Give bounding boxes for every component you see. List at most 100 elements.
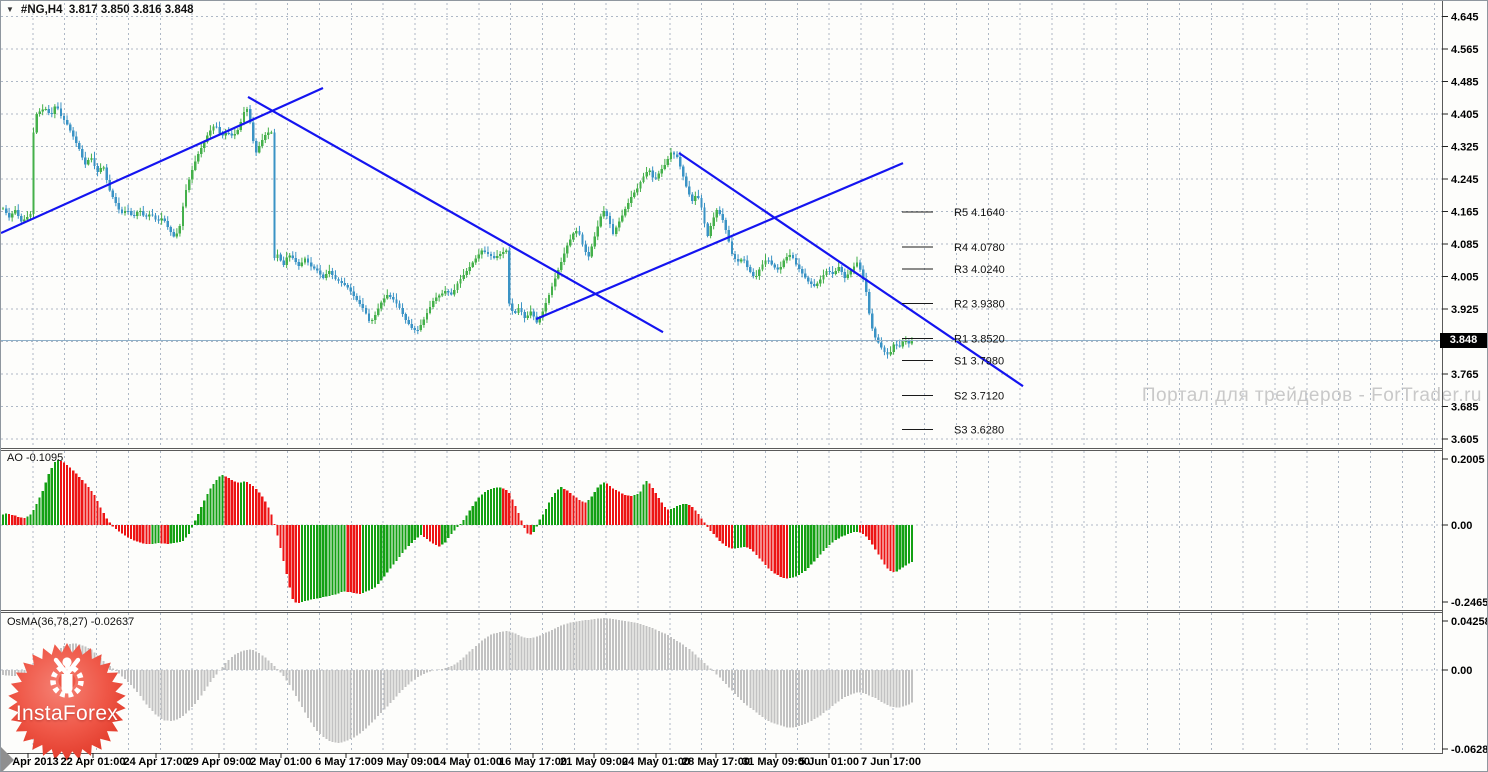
symbol-ohlc-text: #NG,H4 3.817 3.850 3.816 3.848 [20, 4, 194, 16]
axis-label: 4.565 [1451, 44, 1479, 56]
time-label: 14 May 01:00 [434, 756, 502, 768]
candle-body [90, 157, 93, 161]
time-label: 24 Apr 17:00 [123, 756, 189, 768]
candle-body [608, 215, 612, 224]
candle-body [767, 260, 770, 262]
candle-body [315, 268, 319, 271]
candle-body [328, 270, 331, 275]
candle-body [523, 312, 526, 319]
candle-body [456, 283, 459, 290]
candle-body [575, 231, 578, 234]
time-label: 5 Jun 01:00 [799, 756, 859, 768]
candle-body [742, 259, 746, 261]
candle-body [691, 194, 694, 201]
candle-body [7, 213, 11, 218]
candle-body [526, 315, 529, 319]
candle-body [169, 227, 172, 233]
candle-body [453, 289, 456, 295]
candle-body [611, 223, 615, 234]
candle-body [111, 190, 114, 197]
candle-body [166, 220, 169, 228]
candle-body [840, 266, 843, 272]
axis-label: 0.04258 [1451, 616, 1488, 628]
candle-body [389, 294, 392, 298]
trading-chart-window: Портал для трейдеров - ForTrader.ru R5 4… [0, 0, 1488, 772]
candle-body [441, 293, 444, 296]
candle-body [233, 133, 236, 136]
pivot-label: S3 3.6280 [954, 425, 1004, 437]
candle-body [627, 202, 630, 210]
candle-body [685, 176, 688, 187]
candle-body [303, 258, 307, 263]
candle-body [697, 195, 700, 198]
candle-body [29, 214, 32, 218]
candle-body [87, 160, 90, 165]
axis-label: 4.485 [1451, 76, 1479, 88]
candle-body [325, 274, 328, 279]
candle-body [544, 303, 548, 312]
candle-body [126, 210, 130, 212]
candle-body [258, 146, 261, 153]
candle-body [230, 133, 233, 136]
candle-body [264, 135, 267, 140]
candle-body [319, 270, 322, 275]
candle-body [416, 329, 419, 331]
candle-body [26, 217, 29, 220]
candle-body [816, 283, 819, 287]
trendline-uptrend-2[interactable] [535, 162, 904, 321]
candle-body [868, 291, 871, 314]
time-label: 21 May 09:00 [560, 756, 628, 768]
candle-body [139, 211, 142, 213]
candle-body [749, 266, 752, 273]
candle-body [459, 279, 462, 284]
candle-body [282, 260, 285, 265]
candle-body [468, 266, 471, 271]
axis-label: -0.2465 [1451, 597, 1488, 609]
candle-body [517, 307, 520, 313]
candle-body [132, 215, 136, 217]
candle-body [447, 291, 450, 293]
candle-body [136, 211, 139, 217]
candle-body [190, 169, 194, 180]
candle-body [712, 217, 715, 227]
candle-body [514, 311, 517, 313]
candle-body [505, 250, 508, 253]
candle-body [370, 319, 374, 321]
candle-body [651, 170, 654, 178]
candle-body [181, 206, 185, 226]
axis-label: 0.00 [1451, 665, 1472, 677]
time-axis[interactable]: 17 Apr 2013 22 Apr 01:00 24 Apr 17:00 29 Ap… [1, 753, 1487, 771]
symbol-dropdown-icon[interactable]: ▼ [6, 5, 14, 15]
chart-canvas[interactable]: R5 4.1640 R4 4.0780 R3 4.0240 R2 3.9380 R1 3… [1, 1, 1488, 772]
candle-body [773, 264, 776, 268]
axis-label: 3.765 [1451, 369, 1479, 381]
candle-body [663, 164, 667, 170]
candle-body [431, 300, 435, 307]
candle-body [383, 298, 386, 303]
candle-body [718, 210, 721, 214]
candle-body [758, 269, 761, 276]
candle-body [53, 106, 57, 115]
candle-body [803, 273, 807, 278]
candle-body [254, 140, 258, 153]
candle-body [477, 254, 480, 259]
candle-body [669, 152, 673, 159]
candle-body [300, 262, 304, 267]
candle-body [550, 286, 554, 295]
candle-body [117, 203, 121, 210]
candle-body [96, 166, 99, 173]
candle-body [822, 275, 825, 280]
time-label: 24 May 01:00 [622, 756, 690, 768]
candle-body [4, 208, 8, 214]
candle-body [392, 297, 395, 300]
candle-body [657, 173, 660, 179]
candle-body [874, 328, 877, 338]
candle-body [93, 157, 96, 167]
candle-body [50, 112, 53, 115]
candle-body [422, 319, 426, 326]
candle-body [279, 254, 282, 261]
candle-body [486, 252, 490, 255]
candle-body [462, 275, 465, 280]
symbol-info-bar: ▼ #NG,H4 3.817 3.850 3.816 3.848 [6, 4, 194, 16]
candle-body [71, 130, 75, 137]
